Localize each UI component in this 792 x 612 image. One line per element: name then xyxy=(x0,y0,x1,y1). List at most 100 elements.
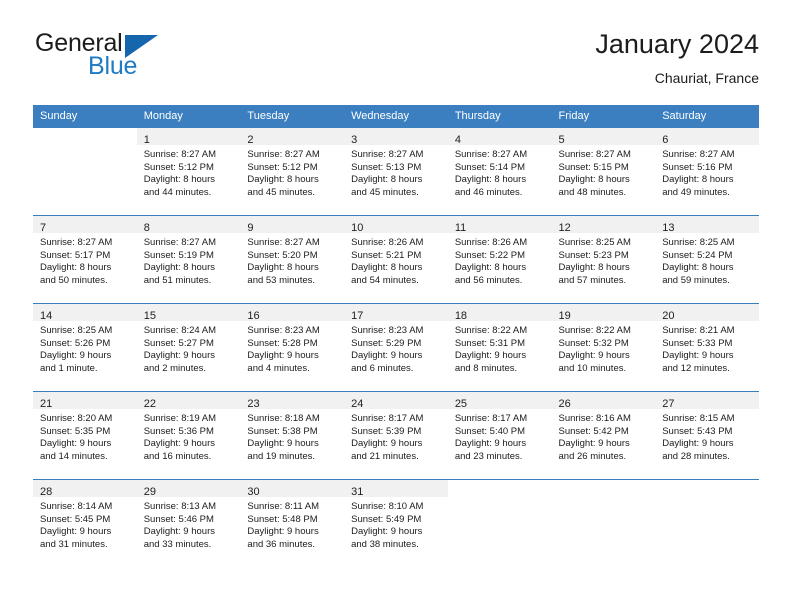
day-cell-9[interactable]: 9 Sunrise: 8:27 AM Sunset: 5:20 PM Daylight… xyxy=(240,215,345,303)
day-cell-18[interactable]: 18 Sunrise: 8:22 AM Sunset: 5:31 PM Dayligh… xyxy=(447,303,552,391)
daylight-text-line1: Daylight: 9 hours xyxy=(143,526,215,538)
day-cell-24[interactable]: 24 Sunrise: 8:17 AM Sunset: 5:39 PM Dayligh… xyxy=(344,391,448,479)
sunrise-text: Sunrise: 8:27 AM xyxy=(247,149,320,160)
day-cell-19[interactable]: 19 Sunrise: 8:22 AM Sunset: 5:32 PM Dayligh… xyxy=(551,303,656,391)
sunrise-text: Sunrise: 8:22 AM xyxy=(454,325,528,336)
sunrise-text: Sunrise: 8:25 AM xyxy=(662,237,735,248)
day-cell-23[interactable]: 23 Sunrise: 8:18 AM Sunset: 5:38 PM Dayligh… xyxy=(240,391,345,479)
daylight-text-line2: and 59 minutes. xyxy=(662,274,730,286)
day-cell-6[interactable]: 6 Sunrise: 8:27 AM Sunset: 5:16 PM Daylight… xyxy=(655,127,759,215)
sunset-text: Sunset: 5:24 PM xyxy=(662,249,733,261)
sunset-text: Sunset: 5:19 PM xyxy=(143,249,214,261)
day-cell-29[interactable]: 29 Sunrise: 8:13 AM Sunset: 5:46 PM Dayligh… xyxy=(136,479,241,567)
calendar-cell: 18 Sunrise: 8:22 AM Sunset: 5:31 PM Dayligh… xyxy=(447,303,552,391)
day-number-band: 21 xyxy=(33,392,137,410)
sunrise-text: Sunrise: 8:18 AM xyxy=(247,413,320,424)
sunrise-text: Sunrise: 8:21 AM xyxy=(662,325,735,336)
sunrise-text: Sunrise: 8:17 AM xyxy=(454,413,528,424)
calendar-cell: 8 Sunrise: 8:27 AM Sunset: 5:19 PM Daylight… xyxy=(136,215,241,303)
day-number-band: 25 xyxy=(447,392,552,410)
title-block: January 2024 Chauriat, France xyxy=(595,28,759,87)
sunset-text: Sunset: 5:48 PM xyxy=(247,513,318,525)
day-cell-10[interactable]: 10 Sunrise: 8:26 AM Sunset: 5:21 PM Dayligh… xyxy=(344,215,448,303)
daylight-text-line1: Daylight: 9 hours xyxy=(662,438,734,450)
calendar-cell: 5 Sunrise: 8:27 AM Sunset: 5:15 PM Daylight… xyxy=(551,127,656,215)
day-number: 30 xyxy=(247,486,260,498)
calendar-cell: 12 Sunrise: 8:25 AM Sunset: 5:23 PM Dayligh… xyxy=(551,215,656,303)
calendar-cell: 13 Sunrise: 8:25 AM Sunset: 5:24 PM Dayligh… xyxy=(655,215,759,303)
day-details: Sunrise: 8:26 AM Sunset: 5:21 PM Daylight:… xyxy=(344,233,448,287)
daylight-text-line1: Daylight: 8 hours xyxy=(247,262,319,274)
daylight-text-line1: Daylight: 8 hours xyxy=(40,262,112,274)
day-number: 18 xyxy=(454,310,468,322)
day-number-band: 20 xyxy=(655,304,759,322)
day-number-band: 28 xyxy=(33,480,137,498)
day-cell-28[interactable]: 28 Sunrise: 8:14 AM Sunset: 5:45 PM Dayligh… xyxy=(33,479,137,567)
sunset-text: Sunset: 5:14 PM xyxy=(454,161,526,173)
calendar-cell: 21 Sunrise: 8:20 AM Sunset: 5:35 PM Dayligh… xyxy=(33,391,137,479)
day-cell-2[interactable]: 2 Sunrise: 8:27 AM Sunset: 5:12 PM Daylight… xyxy=(240,127,345,215)
daylight-text-line2: and 33 minutes. xyxy=(143,538,212,550)
day-details: Sunrise: 8:25 AM Sunset: 5:23 PM Daylight:… xyxy=(552,233,656,287)
general-blue-logo[interactable]: General Blue xyxy=(33,28,253,88)
calendar-cell xyxy=(655,479,759,567)
day-number-band: 10 xyxy=(344,216,448,234)
weekday-header-thursday: Thursday xyxy=(447,105,552,127)
day-cell-16[interactable]: 16 Sunrise: 8:23 AM Sunset: 5:28 PM Dayligh… xyxy=(240,303,345,391)
calendar-cell: 1 Sunrise: 8:27 AM Sunset: 5:12 PM Daylight… xyxy=(136,127,241,215)
day-cell-22[interactable]: 22 Sunrise: 8:19 AM Sunset: 5:36 PM Dayligh… xyxy=(136,391,241,479)
day-number-band: 27 xyxy=(655,392,759,410)
day-number: 27 xyxy=(662,398,675,410)
calendar-cell: 2 Sunrise: 8:27 AM Sunset: 5:12 PM Daylight… xyxy=(240,127,345,215)
day-number-band: 19 xyxy=(551,304,656,322)
day-cell-7[interactable]: 7 Sunrise: 8:27 AM Sunset: 5:17 PM Daylight… xyxy=(33,215,137,303)
day-cell-21[interactable]: 21 Sunrise: 8:20 AM Sunset: 5:35 PM Dayligh… xyxy=(33,391,137,479)
calendar-cell: 31 Sunrise: 8:10 AM Sunset: 5:49 PM Dayligh… xyxy=(344,479,448,567)
day-cell-1[interactable]: 1 Sunrise: 8:27 AM Sunset: 5:12 PM Daylight… xyxy=(136,127,241,215)
sunrise-text: Sunrise: 8:15 AM xyxy=(662,413,735,424)
day-cell-13[interactable]: 13 Sunrise: 8:25 AM Sunset: 5:24 PM Dayligh… xyxy=(655,215,759,303)
day-cell-5[interactable]: 5 Sunrise: 8:27 AM Sunset: 5:15 PM Daylight… xyxy=(551,127,656,215)
calendar-cell xyxy=(33,127,137,215)
day-cell-15[interactable]: 15 Sunrise: 8:24 AM Sunset: 5:27 PM Dayligh… xyxy=(136,303,241,391)
weekday-header-friday: Friday xyxy=(551,105,656,127)
sunrise-text: Sunrise: 8:16 AM xyxy=(558,413,631,424)
day-cell-11[interactable]: 11 Sunrise: 8:26 AM Sunset: 5:22 PM Dayligh… xyxy=(447,215,552,303)
calendar-body: 1 Sunrise: 8:27 AM Sunset: 5:12 PM Daylight… xyxy=(33,127,759,567)
calendar-cell: 6 Sunrise: 8:27 AM Sunset: 5:16 PM Daylight… xyxy=(655,127,759,215)
day-cell-30[interactable]: 30 Sunrise: 8:11 AM Sunset: 5:48 PM Dayligh… xyxy=(240,479,345,567)
sunset-text: Sunset: 5:39 PM xyxy=(351,425,422,437)
daylight-text-line2: and 26 minutes. xyxy=(558,450,627,462)
daylight-text-line1: Daylight: 9 hours xyxy=(558,438,630,450)
day-cell-25[interactable]: 25 Sunrise: 8:17 AM Sunset: 5:40 PM Dayligh… xyxy=(447,391,552,479)
day-cell-3[interactable]: 3 Sunrise: 8:27 AM Sunset: 5:13 PM Daylight… xyxy=(344,127,448,215)
day-cell-8[interactable]: 8 Sunrise: 8:27 AM Sunset: 5:19 PM Daylight… xyxy=(136,215,241,303)
daylight-text-line2: and 38 minutes. xyxy=(351,538,419,550)
calendar-table: Sunday Monday Tuesday Wednesday Thursday… xyxy=(33,105,759,567)
day-cell-4[interactable]: 4 Sunrise: 8:27 AM Sunset: 5:14 PM Daylight… xyxy=(447,127,552,215)
day-cell-26[interactable]: 26 Sunrise: 8:16 AM Sunset: 5:42 PM Dayligh… xyxy=(551,391,656,479)
day-cell-12[interactable]: 12 Sunrise: 8:25 AM Sunset: 5:23 PM Dayligh… xyxy=(551,215,656,303)
calendar-page: General Blue January 2024 Chauriat, Fran… xyxy=(0,0,792,612)
calendar-cell: 9 Sunrise: 8:27 AM Sunset: 5:20 PM Daylight… xyxy=(240,215,345,303)
daylight-text-line1: Daylight: 9 hours xyxy=(454,350,527,362)
day-number-band: 12 xyxy=(551,216,656,234)
daylight-text-line2: and 2 minutes. xyxy=(143,362,207,374)
sunrise-text: Sunrise: 8:26 AM xyxy=(351,237,424,248)
day-cell-31[interactable]: 31 Sunrise: 8:10 AM Sunset: 5:49 PM Dayligh… xyxy=(344,479,448,567)
calendar-cell: 20 Sunrise: 8:21 AM Sunset: 5:33 PM Dayligh… xyxy=(655,303,759,391)
day-cell-27[interactable]: 27 Sunrise: 8:15 AM Sunset: 5:43 PM Dayligh… xyxy=(655,391,759,479)
weekday-header-monday: Monday xyxy=(136,105,241,127)
daylight-text-line1: Daylight: 8 hours xyxy=(143,262,215,274)
day-number-band: 3 xyxy=(344,128,448,146)
location-subtitle: Chauriat, France xyxy=(654,70,759,86)
day-cell-17[interactable]: 17 Sunrise: 8:23 AM Sunset: 5:29 PM Dayligh… xyxy=(344,303,448,391)
daylight-text-line2: and 44 minutes. xyxy=(143,186,212,198)
day-number-band: 15 xyxy=(136,304,241,322)
day-cell-empty xyxy=(447,479,552,567)
day-cell-14[interactable]: 14 Sunrise: 8:25 AM Sunset: 5:26 PM Dayligh… xyxy=(33,303,137,391)
calendar-week-row: 7 Sunrise: 8:27 AM Sunset: 5:17 PM Daylight… xyxy=(33,215,759,303)
daylight-text-line2: and 31 minutes. xyxy=(40,538,108,550)
day-cell-20[interactable]: 20 Sunrise: 8:21 AM Sunset: 5:33 PM Dayligh… xyxy=(655,303,759,391)
day-number-band: 18 xyxy=(447,304,552,322)
